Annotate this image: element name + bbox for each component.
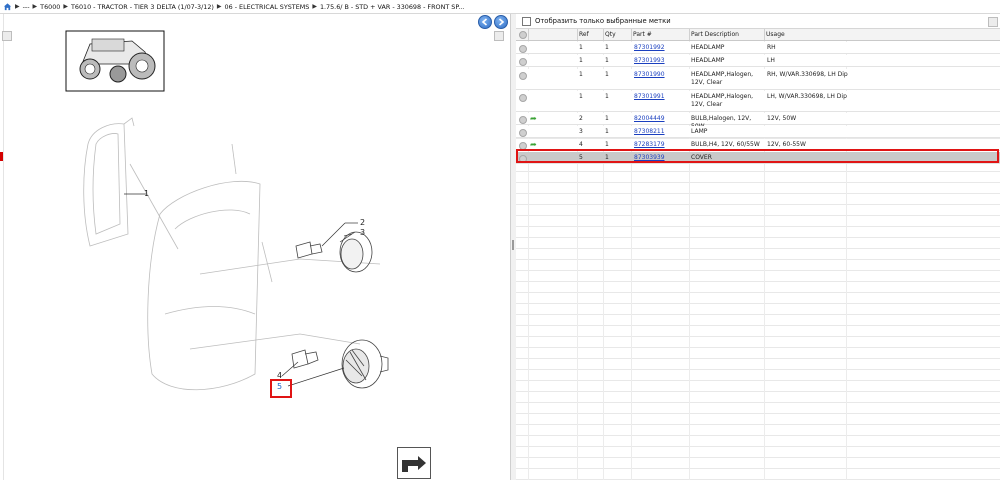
- maximize-diagram-button[interactable]: [494, 31, 504, 41]
- part-number-link[interactable]: 87301991: [634, 93, 665, 101]
- parts-panel: Отобразить только выбранные метки Ref Qt…: [516, 14, 1000, 480]
- row-ref: 4: [579, 141, 583, 148]
- chevron-right-icon: ▶: [15, 3, 20, 10]
- settings-icon[interactable]: [519, 31, 527, 39]
- row-qty: 1: [605, 141, 609, 148]
- row-qty: 1: [605, 57, 609, 64]
- status-icon: [519, 45, 527, 53]
- next-page-button[interactable]: [397, 447, 431, 479]
- row-description: HEADLAMP,Halogen, 12V, Clear: [691, 93, 754, 108]
- row-qty: 1: [605, 71, 609, 78]
- parts-diagram: [65, 30, 389, 391]
- row-ref: 3: [579, 128, 583, 135]
- part-number-link[interactable]: 87301992: [634, 44, 665, 52]
- row-description: COVER: [691, 154, 712, 161]
- row-usage: LH: [767, 57, 775, 64]
- chevron-right-icon: ▶: [312, 3, 317, 10]
- row-usage: 12V, 50W: [767, 115, 797, 122]
- status-icon: [519, 58, 527, 66]
- row-description: BULB,H4, 12V, 60/55W: [691, 141, 760, 148]
- table-row[interactable]: 1 1 87301991 HEADLAMP,Halogen, 12V, Clea…: [516, 91, 1000, 112]
- status-icon: [519, 94, 527, 102]
- status-icon: [519, 72, 527, 80]
- status-icon: [519, 116, 527, 124]
- part-number-link[interactable]: 87301993: [634, 57, 665, 65]
- add-to-cart-arrow-icon[interactable]: ➦: [530, 141, 537, 149]
- column-header-ref[interactable]: Ref: [579, 31, 589, 38]
- table-row-selected[interactable]: 5 1 87303939 COVER: [516, 152, 1000, 164]
- row-qty: 1: [605, 115, 609, 122]
- callout-1[interactable]: 1: [144, 189, 149, 198]
- table-header: Ref Qty Part # Part Description Usage: [516, 29, 1000, 41]
- table-row[interactable]: ➦ 2 1 82004449 BULB,Halogen, 12V, 50W 12…: [516, 113, 1000, 130]
- parts-table: Ref Qty Part # Part Description Usage 1 …: [516, 29, 1000, 480]
- row-ref: 2: [579, 115, 583, 122]
- part-number-link[interactable]: 87308211: [634, 128, 665, 136]
- column-header-description[interactable]: Part Description: [691, 31, 739, 38]
- tractor-thumbnail[interactable]: [65, 30, 165, 92]
- diagram-panel: 1 2 3 4 5: [0, 14, 510, 480]
- row-description: LAMP: [691, 128, 708, 135]
- status-icon: [519, 155, 527, 163]
- row-qty: 1: [605, 154, 609, 161]
- row-description: HEADLAMP: [691, 44, 725, 51]
- arrow-right-icon: [498, 18, 505, 26]
- panel-maximize-button[interactable]: [988, 17, 998, 27]
- part-number-link[interactable]: 82004449: [634, 115, 665, 123]
- chevron-right-icon: ▶: [216, 3, 222, 10]
- add-to-cart-arrow-icon[interactable]: ➦: [530, 115, 537, 123]
- column-header-part[interactable]: Part #: [633, 31, 652, 38]
- breadcrumb-item-section[interactable]: 1.75.6/ B - STD + VAR - 330698 - FRONT S…: [320, 3, 464, 11]
- filter-label: Отобразить только выбранные метки: [535, 17, 671, 25]
- diagram-options-button[interactable]: [2, 31, 12, 41]
- row-description: HEADLAMP: [691, 57, 725, 64]
- breadcrumb-item-model[interactable]: T6010 - TRACTOR - TIER 3 DELTA (1/07-3/1…: [71, 3, 214, 11]
- status-icon: [519, 142, 527, 150]
- breadcrumb-item-group[interactable]: 06 - ELECTRICAL SYSTEMS: [225, 3, 310, 11]
- chevron-right-icon: ▶: [32, 3, 38, 10]
- callout-3[interactable]: 3: [360, 228, 365, 237]
- chevron-right-icon: ▶: [63, 3, 68, 10]
- row-ref: 1: [579, 71, 583, 78]
- row-ref: 5: [579, 154, 583, 161]
- back-button[interactable]: [478, 15, 492, 29]
- row-usage: LH, W/VAR.330698, LH Dip: [767, 93, 847, 100]
- row-description: HEADLAMP,Halogen, 12V, Clear: [691, 71, 754, 86]
- table-row[interactable]: 1 1 87301992 HEADLAMP RH: [516, 42, 1000, 54]
- arrow-left-icon: [481, 18, 488, 26]
- breadcrumb: ▶ --- ▶ T6000 ▶ T6010 - TRACTOR - TIER 3…: [0, 0, 1000, 14]
- home-icon[interactable]: [3, 2, 12, 11]
- column-header-qty[interactable]: Qty: [605, 31, 616, 38]
- part-number-link[interactable]: 87303939: [634, 154, 665, 162]
- left-edge-bar: [0, 14, 4, 480]
- selected-callout-frame: [270, 379, 292, 398]
- row-usage: 12V, 60-55W: [767, 141, 806, 148]
- row-ref: 1: [579, 93, 583, 100]
- breadcrumb-item-series[interactable]: T6000: [40, 3, 60, 11]
- row-qty: 1: [605, 93, 609, 100]
- forward-button[interactable]: [494, 15, 508, 29]
- part-number-link[interactable]: 87283179: [634, 141, 665, 149]
- row-qty: 1: [605, 128, 609, 135]
- table-row[interactable]: 1 1 87301993 HEADLAMP LH: [516, 55, 1000, 67]
- row-ref: 1: [579, 44, 583, 51]
- splitter-grip[interactable]: [512, 240, 514, 250]
- table-row[interactable]: 3 1 87308211 LAMP: [516, 126, 1000, 138]
- part-number-link[interactable]: 87301990: [634, 71, 665, 79]
- left-edge-marker: [0, 152, 3, 161]
- callout-2[interactable]: 2: [360, 218, 365, 227]
- table-row[interactable]: 1 1 87301990 HEADLAMP,Halogen, 12V, Clea…: [516, 69, 1000, 90]
- row-usage: RH: [767, 44, 776, 51]
- row-usage: RH, W/VAR.330698, LH Dip: [767, 71, 848, 78]
- breadcrumb-item-root[interactable]: ---: [23, 3, 30, 11]
- row-qty: 1: [605, 44, 609, 51]
- table-row[interactable]: ➦ 4 1 87283179 BULB,H4, 12V, 60/55W 12V,…: [516, 139, 1000, 151]
- page-arrow-icon: [402, 456, 426, 472]
- filter-bar: Отобразить только выбранные метки: [516, 14, 1000, 29]
- column-header-usage[interactable]: Usage: [766, 31, 785, 38]
- status-icon: [519, 129, 527, 137]
- row-ref: 1: [579, 57, 583, 64]
- filter-checkbox[interactable]: [522, 16, 531, 26]
